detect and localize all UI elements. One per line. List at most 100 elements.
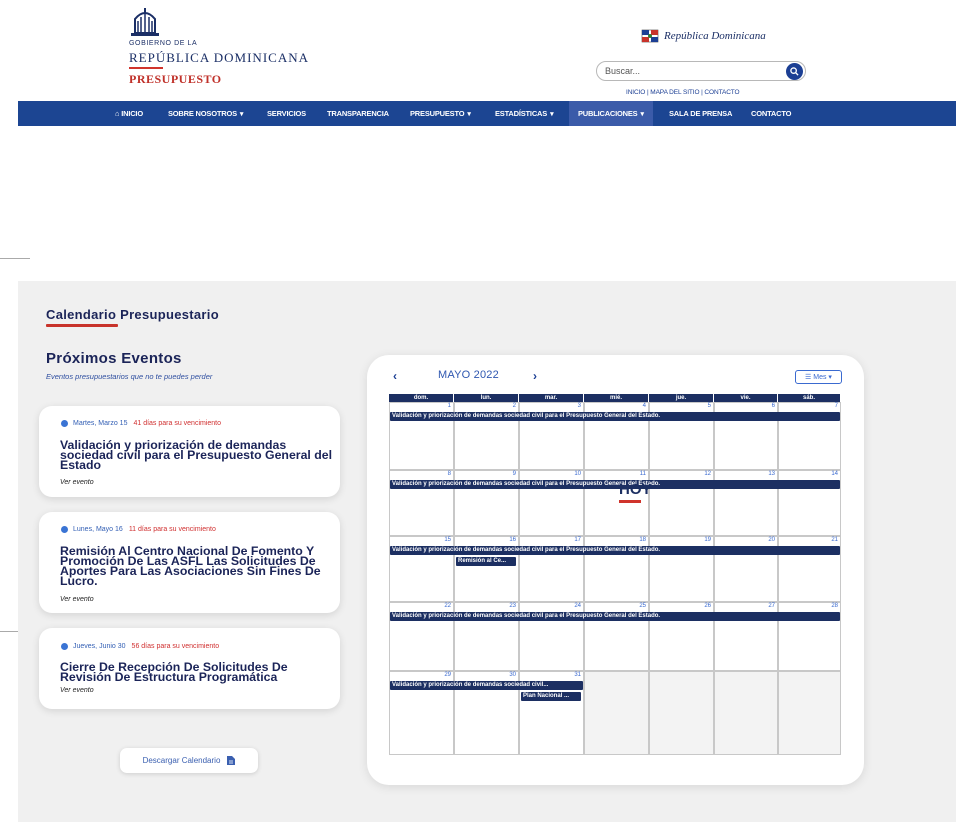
event-date: Lunes, Mayo 16 — [73, 526, 123, 533]
calendar-weekday-header: sáb. — [778, 394, 841, 402]
calendar-day-number[interactable]: 29 — [389, 672, 451, 678]
nav-sala-de-prensa-label: SALA DE PRENSA — [669, 109, 733, 118]
calendar-day-number[interactable]: 30 — [454, 672, 516, 678]
calendar-day-cell[interactable] — [649, 671, 714, 755]
calendar-day-number[interactable]: 18 — [584, 537, 646, 543]
calendar-weekday-header: mar. — [519, 394, 584, 402]
calendar-event-bar[interactable]: Remisión al Ce... — [456, 557, 516, 566]
event-card[interactable]: Martes, Marzo 15 41 días para su vencimi… — [39, 406, 340, 497]
event-link[interactable]: Ver evento — [60, 479, 94, 486]
calendar-event-bar[interactable]: Validación y priorización de demandas so… — [390, 480, 840, 489]
nav-estadisticas[interactable]: ESTADÍSTICAS ▾ — [495, 101, 554, 126]
event-dot-icon — [61, 420, 68, 427]
search-input[interactable] — [605, 64, 775, 78]
calendar-month-title: MAYO 2022 — [438, 369, 499, 381]
nav-publicaciones-label: PUBLICACIONES — [578, 109, 638, 118]
event-dot-icon — [61, 526, 68, 533]
calendar-day-number[interactable]: 7 — [778, 403, 838, 409]
calendar-weekday-header: dom. — [389, 394, 454, 402]
nav-servicios[interactable]: SERVICIOS — [267, 101, 306, 126]
event-card[interactable]: Jueves, Junio 30 56 días para su vencimi… — [39, 628, 340, 709]
calendar-event-bar[interactable]: Validación y priorización de demandas so… — [390, 412, 840, 421]
calendar-day-number[interactable]: 11 — [584, 471, 646, 477]
upcoming-events-subtitle: Eventos presupuestarios que no te puedes… — [46, 372, 213, 381]
calendar-event-bar[interactable]: Plan Nacional ... — [521, 692, 581, 701]
event-title[interactable]: Validación y priorización de demandas so… — [60, 439, 335, 471]
calendar-event-bar[interactable]: Validación y priorización de demandas so… — [390, 681, 583, 690]
calendar-day-number[interactable]: 27 — [714, 603, 775, 609]
calendar-day-number[interactable]: 2 — [454, 403, 516, 409]
nav-contacto-label: CONTACTO — [751, 109, 792, 118]
calendar-event-bar[interactable]: Validación y priorización de demandas so… — [390, 612, 840, 621]
government-emblem-icon — [131, 8, 159, 36]
calendar-day-number[interactable]: 5 — [649, 403, 711, 409]
chevron-down-icon: ▾ — [239, 111, 244, 118]
event-link[interactable]: Ver evento — [60, 687, 94, 694]
calendar-day-number[interactable]: 24 — [519, 603, 581, 609]
coat-of-arms-icon — [641, 29, 659, 43]
calendar-day-number[interactable]: 25 — [584, 603, 646, 609]
event-title[interactable]: Cierre De Recepción De Solicitudes De Re… — [60, 661, 335, 683]
calendar-weekday-header: lun. — [454, 394, 519, 402]
event-meta: Lunes, Mayo 16 11 días para su vencimien… — [61, 526, 216, 533]
site-logo[interactable]: GOBIERNO DE LA REPÚBLICA DOMINICANA PRES… — [127, 5, 308, 86]
calendar-day-number[interactable]: 23 — [454, 603, 516, 609]
calendar-day-number[interactable]: 22 — [389, 603, 451, 609]
calendar-day-cell[interactable] — [778, 671, 841, 755]
republica-dominicana-logo[interactable]: República Dominicana — [640, 28, 766, 44]
nav-transparencia[interactable]: TRANSPARENCIA — [327, 101, 389, 126]
chevron-down-icon: ▾ — [550, 111, 554, 118]
nav-transparencia-label: TRANSPARENCIA — [327, 109, 389, 118]
calendar-day-cell[interactable] — [714, 671, 778, 755]
download-calendar-label: Descargar Calendario — [142, 756, 221, 765]
logo-divider — [129, 67, 163, 69]
nav-contacto[interactable]: CONTACTO — [751, 101, 791, 126]
event-date: Jueves, Junio 30 — [73, 643, 126, 650]
calendar-day-number[interactable]: 6 — [714, 403, 775, 409]
calendar-day-number[interactable]: 26 — [649, 603, 711, 609]
event-days-remaining: 11 días para su vencimiento — [128, 526, 216, 533]
calendar-day-number[interactable]: 19 — [649, 537, 711, 543]
calendar-day-number[interactable]: 31 — [519, 672, 581, 678]
event-link[interactable]: Ver evento — [60, 596, 94, 603]
calendar-prev-button[interactable]: ‹ — [393, 369, 397, 383]
calendar-day-number[interactable]: 15 — [389, 537, 451, 543]
logo-presupuesto-text: PRESUPUESTO — [129, 72, 222, 86]
nav-sobre-nosotros[interactable]: SOBRE NOSOTROS ▾ — [168, 101, 243, 126]
nav-presupuesto-label: PRESUPUESTO — [410, 109, 465, 118]
event-title[interactable]: Remisión Al Centro Nacional De Fomento Y… — [60, 545, 335, 587]
nav-publicaciones[interactable]: PUBLICACIONES ▾ — [569, 101, 653, 126]
calendar-day-number[interactable]: 17 — [519, 537, 581, 543]
calendar-day-number[interactable]: 21 — [778, 537, 838, 543]
nav-sala-de-prensa[interactable]: SALA DE PRENSA — [669, 101, 732, 126]
nav-presupuesto[interactable]: PRESUPUESTO ▾ — [410, 101, 471, 126]
calendar-day-number[interactable]: 16 — [454, 537, 516, 543]
search-button[interactable] — [786, 63, 803, 80]
calendar-day-number[interactable]: 8 — [389, 471, 451, 477]
calendar-day-number[interactable]: 20 — [714, 537, 775, 543]
calendar-weekday-header: jue. — [649, 394, 714, 402]
logo-gob-text: GOBIERNO DE LA — [129, 40, 198, 47]
calendar-day-number[interactable]: 10 — [519, 471, 581, 477]
calendar-day-number[interactable]: 13 — [714, 471, 775, 477]
download-calendar-button[interactable]: Descargar Calendario — [120, 748, 258, 773]
calendar-day-number[interactable]: 1 — [389, 403, 451, 409]
nav-inicio[interactable]: ⌂ INICIO — [115, 101, 143, 126]
nav-estadisticas-label: ESTADÍSTICAS — [495, 109, 548, 118]
upcoming-events-title: Próximos Eventos — [46, 350, 182, 367]
calendar-day-number[interactable]: 28 — [778, 603, 838, 609]
calendar-view-select[interactable]: ☰ Mes ▾ — [795, 370, 842, 384]
calendar-day-number[interactable]: 14 — [778, 471, 838, 477]
calendar-day-number[interactable]: 9 — [454, 471, 516, 477]
event-card[interactable]: Lunes, Mayo 16 11 días para su vencimien… — [39, 512, 340, 613]
calendar-day-number[interactable]: 12 — [649, 471, 711, 477]
top-utility-links[interactable]: INICIO | MAPA DEL SITIO | CONTACTO — [626, 89, 740, 96]
calendar-day-number[interactable]: 3 — [519, 403, 581, 409]
calendar-event-bar[interactable]: Validación y priorización de demandas so… — [390, 546, 840, 555]
calendar-weekday-header: vie. — [714, 394, 778, 402]
calendar-day-number[interactable]: 4 — [584, 403, 646, 409]
nav-servicios-label: SERVICIOS — [267, 109, 306, 118]
calendar-day-cell[interactable] — [584, 671, 649, 755]
rd-logo-text: República Dominicana — [664, 30, 766, 42]
calendar-next-button[interactable]: › — [533, 369, 537, 383]
